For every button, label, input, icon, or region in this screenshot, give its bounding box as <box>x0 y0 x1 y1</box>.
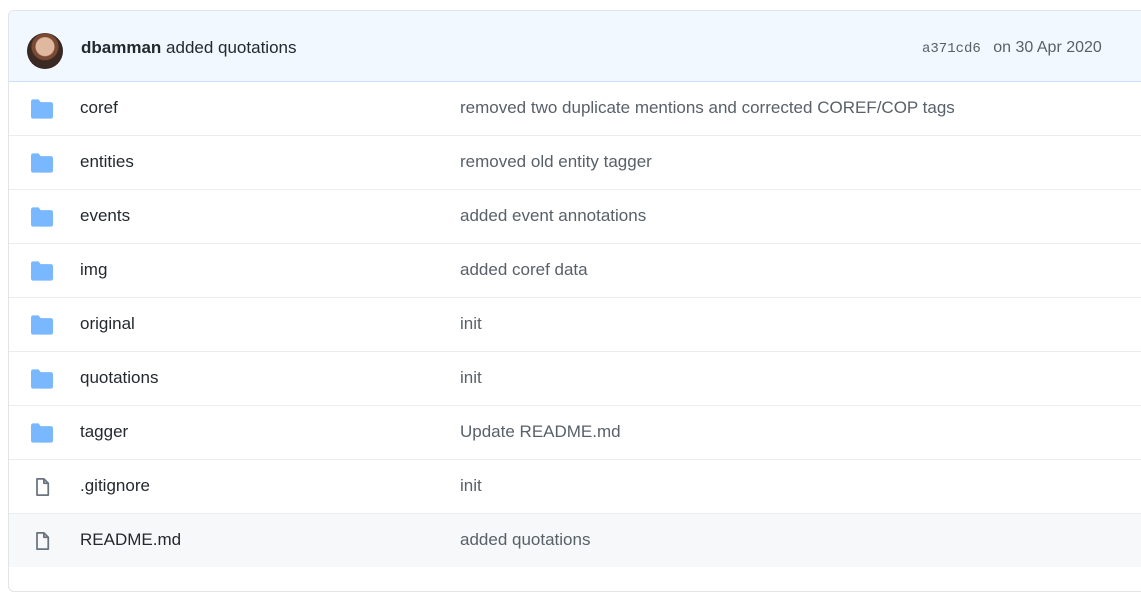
folder-icon <box>31 99 53 119</box>
commit-message-link[interactable]: Update README.md <box>460 422 621 442</box>
folder-icon <box>31 207 53 227</box>
commit-message-link[interactable]: init <box>460 368 482 388</box>
commit-date: on 30 Apr 2020 <box>993 39 1102 56</box>
file-icon <box>31 477 53 497</box>
folder-icon <box>31 261 53 281</box>
commit-message-link[interactable]: init <box>460 314 482 334</box>
file-name-link[interactable]: .gitignore <box>80 476 150 496</box>
folder-icon <box>31 423 53 443</box>
folder-icon <box>31 153 53 173</box>
commit-message-link[interactable]: removed old entity tagger <box>460 152 652 172</box>
file-row[interactable]: .gitignore init <box>9 459 1141 513</box>
file-name-link[interactable]: events <box>80 206 130 226</box>
file-name-link[interactable]: coref <box>80 98 118 118</box>
file-row[interactable]: original init <box>9 297 1141 351</box>
commit-message-link[interactable]: added event annotations <box>460 206 646 226</box>
commit-message-link[interactable]: init <box>460 476 482 496</box>
author-avatar[interactable] <box>27 33 63 69</box>
commit-meta: a371cd6 on 30 Apr 2020 <box>922 39 1102 57</box>
folder-icon <box>31 315 53 335</box>
file-browser: dbamman added quotations a371cd6 on 30 A… <box>8 10 1141 592</box>
commit-author-link[interactable]: dbamman <box>81 38 161 57</box>
file-name-link[interactable]: img <box>80 260 107 280</box>
file-name-link[interactable]: README.md <box>80 530 181 550</box>
file-row[interactable]: quotations init <box>9 351 1141 405</box>
file-row[interactable]: events added event annotations <box>9 189 1141 243</box>
commit-message-link[interactable]: added quotations <box>166 38 296 57</box>
commit-sha-link[interactable]: a371cd6 <box>922 41 981 57</box>
file-name-link[interactable]: tagger <box>80 422 128 442</box>
file-list: coref removed two duplicate mentions and … <box>9 82 1141 567</box>
file-row[interactable]: img added coref data <box>9 243 1141 297</box>
file-row[interactable]: entities removed old entity tagger <box>9 135 1141 189</box>
folder-icon <box>31 369 53 389</box>
file-name-link[interactable]: quotations <box>80 368 158 388</box>
commit-message-link[interactable]: added coref data <box>460 260 588 280</box>
commit-summary: dbamman added quotations <box>81 38 296 58</box>
file-row[interactable]: README.md added quotations <box>9 513 1141 567</box>
file-name-link[interactable]: entities <box>80 152 134 172</box>
file-name-link[interactable]: original <box>80 314 135 334</box>
file-row[interactable]: tagger Update README.md <box>9 405 1141 459</box>
commit-message-link[interactable]: removed two duplicate mentions and corre… <box>460 98 955 118</box>
latest-commit-bar: dbamman added quotations a371cd6 on 30 A… <box>9 11 1141 82</box>
file-icon <box>31 531 53 551</box>
file-row[interactable]: coref removed two duplicate mentions and … <box>9 82 1141 135</box>
commit-message-link[interactable]: added quotations <box>460 530 590 550</box>
